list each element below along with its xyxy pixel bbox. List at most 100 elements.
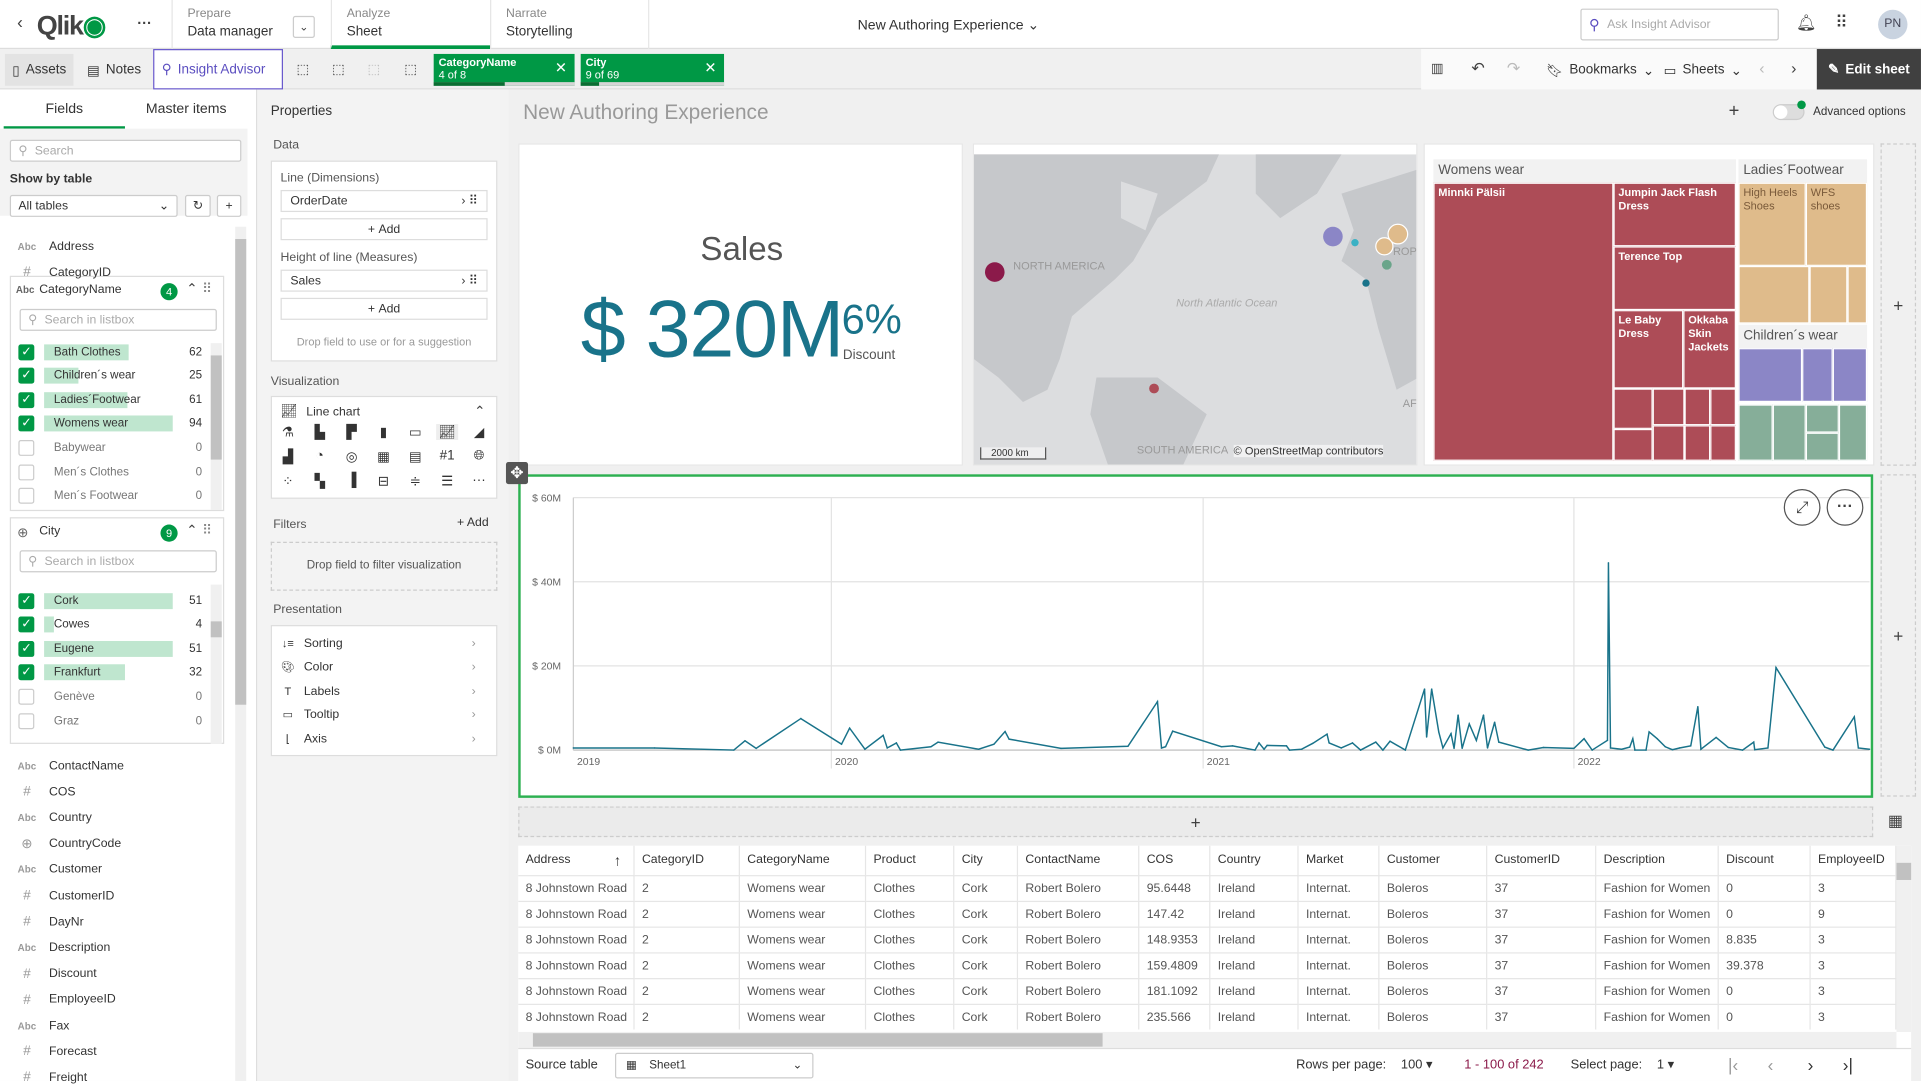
qlik-logo[interactable]: Qlik◉ <box>37 10 107 42</box>
treemap-cell[interactable]: High Heels Shoes <box>1738 182 1806 266</box>
checkbox[interactable]: ✓ <box>18 664 35 681</box>
collapse-chevron-icon[interactable]: ⌃ <box>474 403 485 419</box>
treemap-cell[interactable] <box>1684 388 1711 426</box>
field-item[interactable]: # Forecast <box>15 1040 96 1065</box>
add-column-slot[interactable]: + <box>1880 474 1917 797</box>
treemap-cell[interactable] <box>1802 348 1833 402</box>
boxplot-icon[interactable]: ⊟ <box>372 473 394 489</box>
listbox-scrollbar[interactable] <box>210 343 222 510</box>
table-cell[interactable]: Robert Bolero <box>1018 900 1140 927</box>
table-cell[interactable]: 2 <box>634 875 740 901</box>
treemap-cell[interactable]: Okkaba Skin Jackets <box>1683 310 1736 389</box>
selection-chip-city[interactable]: City 9 of 69 ✕ <box>580 53 725 86</box>
data-point[interactable] <box>930 745 932 748</box>
app-title-dropdown[interactable]: New Authoring Experience ⌄ <box>858 16 1040 33</box>
table-icon[interactable]: ▦ <box>372 449 394 465</box>
data-point[interactable] <box>1450 732 1452 735</box>
table-cell[interactable]: 0 <box>1718 1003 1811 1030</box>
listbox-item[interactable]: ✓ Children´s wear 25 <box>18 365 202 387</box>
line-chart[interactable]: $ 0M $ 20M $ 40M $ 60M 2019 2020 2021 2022 <box>521 477 1871 796</box>
add-icon[interactable]: + <box>1729 100 1740 121</box>
data-point[interactable] <box>1457 714 1459 716</box>
table-cell[interactable]: Internat. <box>1298 926 1380 953</box>
data-point[interactable] <box>1857 747 1860 749</box>
table-cell[interactable]: 37 <box>1487 926 1597 953</box>
step-back-icon[interactable]: ⬚ <box>332 61 345 78</box>
checkbox[interactable] <box>18 439 35 456</box>
data-point[interactable] <box>1609 747 1612 749</box>
clear-selections-icon[interactable]: ⬚ <box>404 61 417 78</box>
presentation-item-sorting[interactable]: ↓≡ Sorting › <box>272 632 496 654</box>
table-view-icon[interactable]: ▦ <box>1888 811 1903 831</box>
data-point[interactable] <box>1312 742 1314 745</box>
table-cell[interactable]: Boleros <box>1379 875 1488 901</box>
treemap-cell[interactable] <box>1613 388 1653 429</box>
map-bubble[interactable] <box>1375 237 1394 256</box>
nav-tab-analyze[interactable]: Analyze Sheet <box>330 0 491 50</box>
data-point[interactable] <box>1404 749 1407 751</box>
page-select[interactable]: 1 ▾ <box>1657 1058 1674 1073</box>
presentation-item-labels[interactable]: T Labels › <box>272 680 496 702</box>
waterfall-icon[interactable]: ▐ <box>341 473 363 488</box>
treemap-cell[interactable] <box>1847 265 1868 324</box>
undo-icon[interactable]: ↶ <box>1471 59 1484 79</box>
treemap-cell[interactable] <box>1710 388 1736 426</box>
treemap-cell[interactable] <box>1805 404 1839 433</box>
table-cell[interactable]: Cork <box>954 900 1019 927</box>
data-point[interactable] <box>800 717 802 720</box>
table-cell[interactable]: Fashion for Women <box>1596 952 1719 979</box>
listbox-item[interactable]: ✓ Eugene 51 <box>18 638 202 660</box>
add-row-slot[interactable]: + <box>518 806 1874 838</box>
presentation-item-tooltip[interactable]: ▭ Tooltip › <box>272 704 496 726</box>
treemap-cell[interactable] <box>1613 428 1653 461</box>
checkbox[interactable]: ✓ <box>18 616 35 633</box>
table-cell[interactable]: 3 <box>1810 926 1897 953</box>
data-point[interactable] <box>653 747 656 749</box>
data-point[interactable] <box>1493 721 1496 724</box>
treemap-cell[interactable] <box>1738 265 1810 324</box>
checkbox[interactable] <box>18 712 35 729</box>
data-point[interactable] <box>864 748 866 750</box>
listbox-item[interactable]: ✓ Frankfurt 32 <box>18 662 202 684</box>
field-item[interactable]: # EmployeeID <box>15 988 116 1013</box>
first-page-icon[interactable]: |‹ <box>1728 1055 1738 1075</box>
data-point[interactable] <box>1430 688 1433 690</box>
listbox-item[interactable]: ✓ Cork 51 <box>18 590 202 612</box>
refresh-button[interactable]: ↻ <box>184 194 211 217</box>
redo-icon[interactable]: ↷ <box>1507 59 1520 79</box>
field-item[interactable]: Abc Description <box>15 936 111 961</box>
table-cell[interactable]: Robert Bolero <box>1018 926 1140 953</box>
table-cell[interactable]: 37 <box>1487 900 1597 927</box>
table-cell[interactable]: Clothes <box>866 875 955 901</box>
table-cell[interactable]: 37 <box>1487 1003 1597 1030</box>
map-bubble[interactable] <box>1149 383 1159 394</box>
checkbox[interactable]: ✓ <box>18 367 35 384</box>
data-point[interactable] <box>1583 737 1585 740</box>
treemap-cell[interactable]: Jumpin Jack Flash Dress <box>1613 182 1736 247</box>
data-point[interactable] <box>1382 749 1384 751</box>
data-point[interactable] <box>882 734 884 737</box>
table-cell[interactable]: 8 Johnstown Road <box>518 952 635 979</box>
table-cell[interactable]: Clothes <box>866 1003 955 1030</box>
more-menu-icon[interactable]: ··· <box>137 15 152 32</box>
data-point[interactable] <box>1634 749 1636 751</box>
table-cell[interactable]: Robert Bolero <box>1018 952 1140 979</box>
checkbox[interactable]: ✓ <box>18 640 35 657</box>
map-bubble[interactable] <box>1323 226 1343 247</box>
table-cell[interactable]: 37 <box>1487 952 1597 979</box>
data-point[interactable] <box>1629 746 1631 748</box>
data-point[interactable] <box>1689 745 1692 747</box>
table-cell[interactable]: Boleros <box>1379 978 1488 1004</box>
apps-grid-icon[interactable]: ⠿ <box>1835 12 1848 33</box>
table-cell[interactable]: 0 <box>1718 875 1811 901</box>
close-icon[interactable]: ✕ <box>555 60 567 75</box>
smart-search-icon[interactable]: ⬚ <box>296 61 309 78</box>
data-point[interactable] <box>1375 741 1377 743</box>
data-point[interactable] <box>1767 747 1769 749</box>
table-cell[interactable]: 8 Johnstown Road <box>518 1003 635 1030</box>
column-header-cos[interactable]: COS <box>1139 845 1211 876</box>
measure-sales[interactable]: Sales › ⠿ <box>280 269 488 292</box>
listbox-item[interactable]: Graz 0 <box>18 710 202 732</box>
data-point[interactable] <box>1359 749 1362 751</box>
table-cell[interactable]: Robert Bolero <box>1018 1003 1140 1030</box>
